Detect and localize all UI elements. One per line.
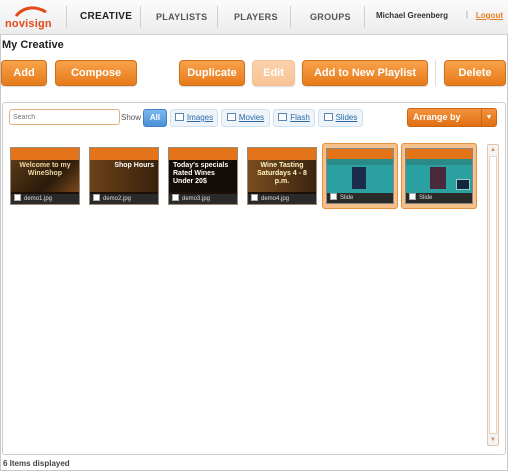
slide-header	[327, 149, 393, 159]
thumb-filename: demo2.jpg	[103, 196, 132, 202]
thumb-caption: demo2.jpg	[90, 194, 158, 204]
select-checkbox[interactable]	[172, 194, 179, 201]
slide-thumb: Slide	[405, 148, 473, 204]
thumb-filename: Slide	[419, 195, 433, 201]
select-checkbox[interactable]	[14, 194, 21, 201]
duplicate-button[interactable]: Duplicate	[179, 60, 245, 86]
nav-divider	[364, 6, 365, 28]
scroll-down-icon[interactable]: ▼	[488, 435, 498, 445]
thumb-header	[11, 148, 79, 160]
logout-link[interactable]: Logout	[476, 11, 503, 20]
creative-item[interactable]: Shop Hours demo2.jpg	[89, 147, 159, 205]
arrange-by-label: Arrange by	[413, 112, 461, 122]
search-input[interactable]	[9, 109, 120, 125]
scroll-up-icon[interactable]: ▲	[488, 145, 498, 155]
select-checkbox[interactable]	[251, 194, 258, 201]
slide-thumb: Slide	[326, 148, 394, 204]
select-checkbox[interactable]	[93, 194, 100, 201]
thumb-overlay-text: Welcome to my WineShop	[19, 162, 71, 177]
nav-divider	[217, 6, 218, 28]
logo-text: novisign	[5, 18, 52, 30]
thumb-overlay-text: Today's specials Rated Wines Under 20$	[173, 162, 229, 185]
filter-movies-button[interactable]: Movies	[221, 109, 270, 127]
nav-playlists[interactable]: PLAYLISTS	[156, 12, 207, 22]
arrange-by-dropdown[interactable]: Arrange by ▼	[407, 108, 497, 127]
thumb-filename: demo1.jpg	[24, 196, 53, 202]
filter-slides-button[interactable]: Slides	[318, 109, 363, 127]
thumb-filename: Slide	[340, 195, 354, 201]
thumb-caption: demo4.jpg	[248, 194, 316, 204]
thumb-caption: demo1.jpg	[11, 194, 79, 204]
novisign-logo[interactable]: novisign	[2, 4, 54, 30]
toolbar-divider	[435, 60, 436, 86]
user-separator: |	[465, 10, 468, 19]
scroll-track[interactable]	[489, 156, 497, 434]
thumb-overlay-text: Shop Hours	[114, 162, 154, 169]
creative-item[interactable]: Welcome to my WineShop demo1.jpg	[10, 147, 80, 205]
nav-divider	[140, 6, 141, 28]
add-to-new-playlist-button[interactable]: Add to New Playlist	[302, 60, 428, 86]
creative-item[interactable]: Wine Tasting Saturdays 4 - 8 p.m. demo4.…	[247, 147, 317, 205]
thumb-caption: Slide	[327, 193, 393, 203]
logo-text-left: novi	[5, 18, 29, 30]
flash-icon	[278, 113, 288, 121]
top-bar: novisign CREATIVE PLAYLISTS PLAYERS GROU…	[0, 0, 508, 35]
nav-divider	[66, 6, 67, 28]
creative-item-selected[interactable]: Slide	[322, 143, 398, 209]
filter-images-label: Images	[186, 113, 214, 122]
thumb-header	[90, 148, 158, 160]
thumb-filename: demo3.jpg	[182, 196, 211, 202]
filter-movies-label: Movies	[238, 113, 265, 122]
delete-button[interactable]: Delete	[444, 60, 506, 86]
logo-swoosh-icon	[14, 6, 47, 18]
filter-slides-label: Slides	[335, 113, 358, 122]
logo-text-right: sign	[28, 18, 52, 30]
slide-screen-image	[456, 179, 470, 190]
compose-button[interactable]: Compose	[55, 60, 137, 86]
chevron-down-icon: ▼	[481, 109, 496, 126]
nav-groups[interactable]: GROUPS	[310, 12, 351, 22]
nav-players[interactable]: PLAYERS	[234, 12, 278, 22]
thumb-overlay-text: Wine Tasting Saturdays 4 - 8 p.m.	[257, 162, 307, 185]
filter-all-button[interactable]: All	[143, 109, 167, 127]
thumb-caption: demo3.jpg	[169, 194, 237, 204]
slide-icon	[323, 113, 333, 121]
movie-icon	[226, 113, 236, 121]
add-button[interactable]: Add	[1, 60, 47, 86]
image-icon	[174, 113, 184, 121]
creative-item-selected[interactable]: Slide	[401, 143, 477, 209]
show-label: Show	[121, 113, 142, 122]
filter-images-button[interactable]: Images	[170, 109, 218, 127]
filter-flash-button[interactable]: Flash	[273, 109, 315, 127]
thumb-header	[248, 148, 316, 160]
select-checkbox[interactable]	[330, 193, 337, 200]
thumb-filename: demo4.jpg	[261, 196, 290, 202]
edit-button: Edit	[252, 60, 295, 86]
filter-flash-label: Flash	[290, 113, 310, 122]
slide-person-image	[352, 167, 366, 189]
slide-header	[406, 149, 472, 159]
thumb-caption: Slide	[406, 193, 472, 203]
nav-creative[interactable]: CREATIVE	[80, 11, 132, 22]
slide-person-image	[430, 167, 446, 189]
creative-item[interactable]: Today's specials Rated Wines Under 20$ d…	[168, 147, 238, 205]
user-name: Michael Greenberg	[375, 11, 448, 20]
page-title: My Creative	[2, 39, 64, 51]
items-count-status: 6 Items displayed	[3, 459, 70, 468]
thumb-header	[169, 148, 237, 160]
nav-divider	[290, 6, 291, 28]
vertical-scrollbar[interactable]: ▲ ▼	[487, 144, 499, 446]
select-checkbox[interactable]	[409, 193, 416, 200]
